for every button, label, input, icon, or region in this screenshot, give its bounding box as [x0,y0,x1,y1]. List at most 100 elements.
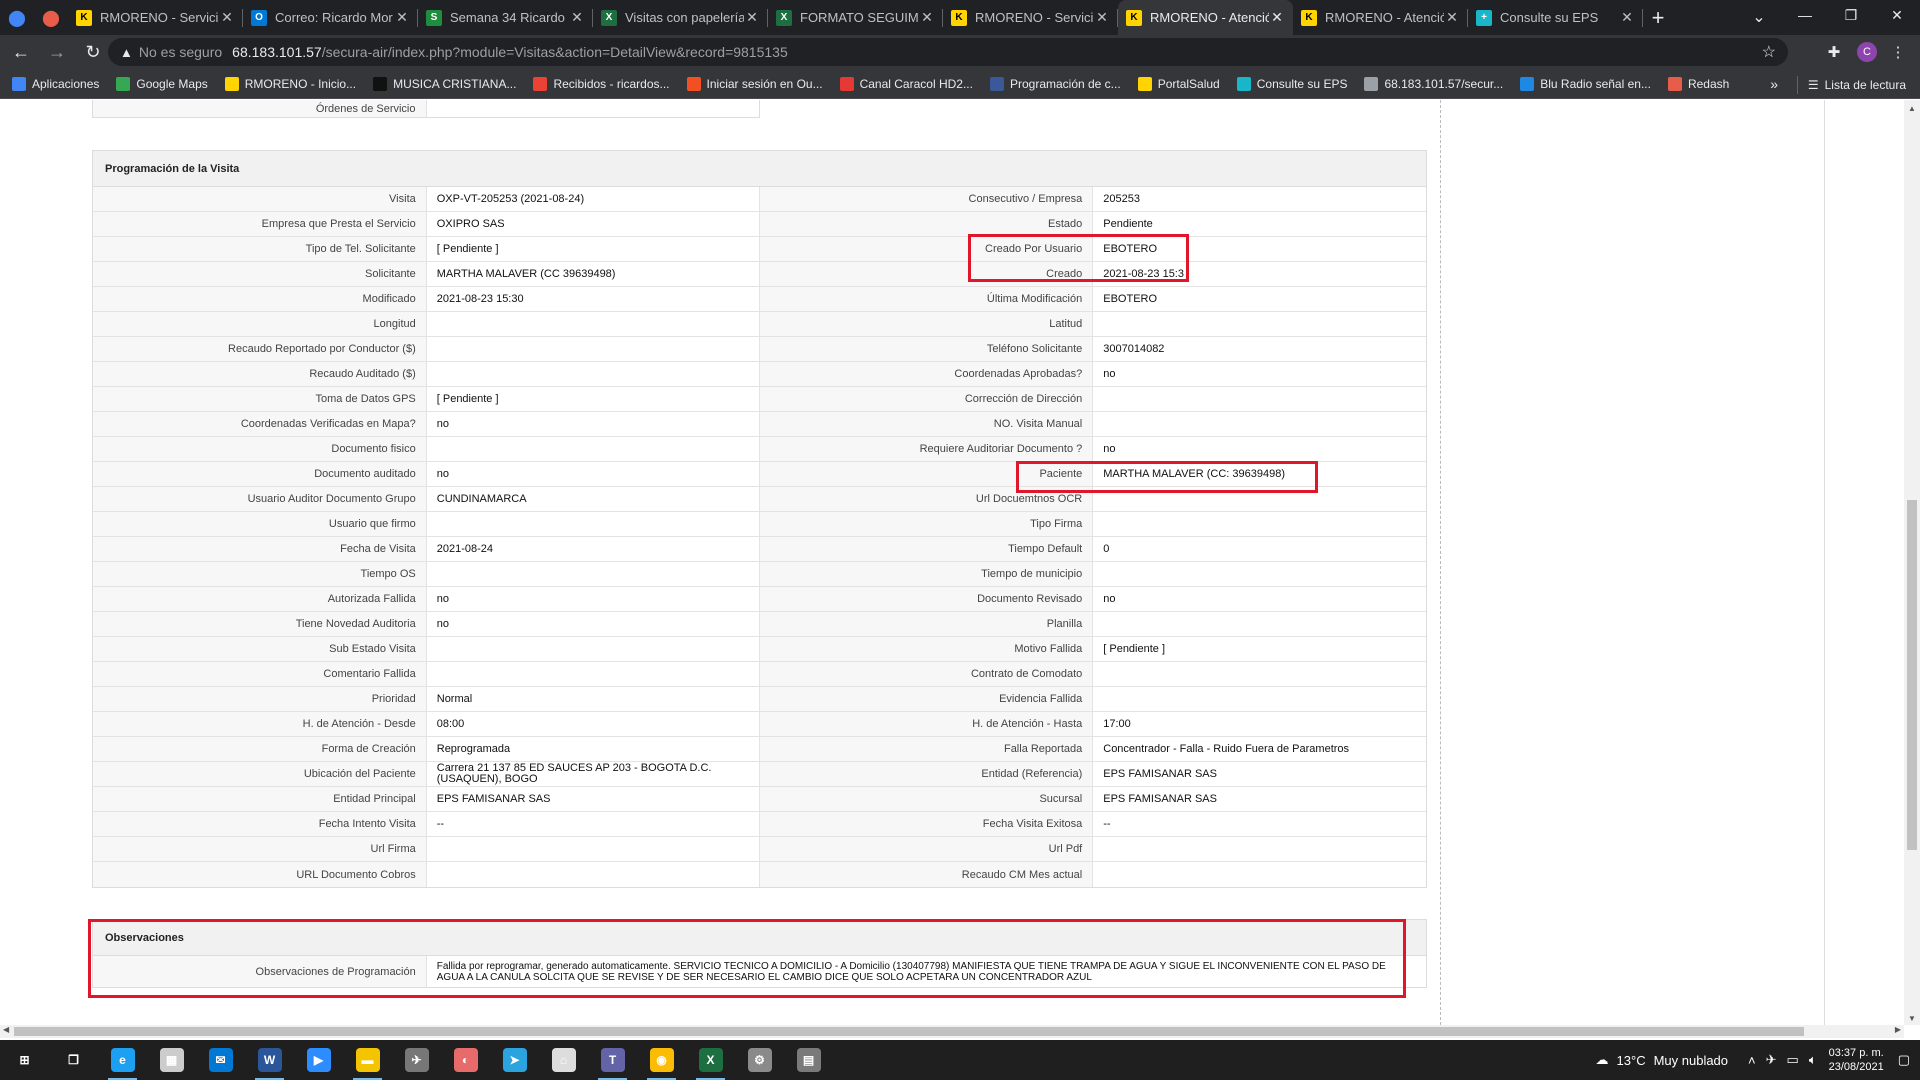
scroll-left-icon[interactable]: ◀ [3,1025,9,1034]
bookmark-item[interactable]: Recibidos - ricardos... [533,76,670,91]
field-label: Paciente [759,462,1094,486]
vertical-scrollbar[interactable]: ▲ ▼ [1904,100,1920,1025]
browser-tab[interactable]: X Visitas con papelería ✕ [593,0,768,35]
bookmarks-bar: Aplicaciones Google Maps RMORENO - Inicio.… [0,69,1920,99]
field-label: Entidad Principal [93,787,427,811]
minimize-button[interactable]: — [1782,0,1828,30]
tab-search-icon[interactable]: ⌄ [1736,2,1782,32]
close-icon[interactable]: ✕ [1444,9,1460,26]
volume-icon[interactable]: 🔈︎ [1809,1052,1817,1068]
field-label: Autorizada Fallida [93,587,427,611]
address-bar[interactable]: ▲ No es seguro 68.183.101.57/secura-air/… [108,38,1788,66]
browser-tab[interactable]: S Semana 34 Ricardo M ✕ [418,0,593,35]
reload-button[interactable]: ↻ [78,37,108,67]
bookmark-item[interactable]: MUSICA CRISTIANA... [373,76,516,91]
close-icon[interactable]: ✕ [1269,9,1285,26]
program-icon [989,76,1004,91]
field-label: Creado [759,262,1094,286]
menu-kebab-icon[interactable]: ⋮ [1888,42,1908,62]
taskbar-app[interactable]: ◉ [637,1040,686,1080]
browser-tab[interactable]: K RMORENO - Atenció ✕ [1293,0,1468,35]
bookmark-item[interactable]: Programación de c... [989,76,1121,91]
bookmark-item[interactable]: PortalSalud [1137,76,1220,91]
display-icon[interactable]: ▭ [1787,1052,1799,1068]
chevron-up-icon[interactable]: ˄ [1748,1053,1756,1068]
field-value [1093,662,1426,686]
bookmark-item[interactable]: RMORENO - Inicio... [224,76,356,91]
bookmark-star-icon[interactable]: ☆ [1762,42,1776,62]
bookmark-item[interactable]: 68.183.101.57/secur... [1364,76,1503,91]
close-icon[interactable]: ✕ [744,9,760,26]
scroll-thumb[interactable] [14,1027,1804,1036]
taskbar-app[interactable]: ▶ [294,1040,343,1080]
taskbar-app[interactable]: ⊞ [0,1040,49,1080]
security-label[interactable]: No es seguro [139,44,222,60]
browser-tab[interactable]: X FORMATO SEGUIMIE ✕ [768,0,943,35]
field-label: Tiene Novedad Auditoria [93,612,427,636]
taskbar-app[interactable]: T [588,1040,637,1080]
bookmark-item[interactable]: Google Maps [116,76,208,91]
taskbar-app[interactable]: W [245,1040,294,1080]
close-icon[interactable]: ✕ [1094,9,1110,26]
field-value: CUNDINAMARCA [427,487,760,511]
field-value: [ Pendiente ] [427,237,760,261]
reading-list-button[interactable]: ☰ Lista de lectura [1796,76,1906,94]
close-icon[interactable]: ✕ [569,9,585,26]
browser-tab[interactable]: K RMORENO - Atenció ✕ [1118,0,1293,35]
scroll-right-icon[interactable]: ▶ [1895,1025,1901,1034]
notifications-icon[interactable]: ▢ [1898,1052,1910,1068]
close-icon[interactable]: ✕ [919,9,935,26]
forward-button[interactable]: → [42,37,72,67]
taskbar-app[interactable]: e [98,1040,147,1080]
bookmark-item[interactable]: Canal Caracol HD2... [839,76,973,91]
browser-tab[interactable]: + Consulte su EPS ✕ [1468,0,1643,35]
pinned-tab[interactable]: ⬤ [34,0,68,35]
file-explorer-icon: ▬ [355,1048,380,1072]
taskbar-app[interactable]: ◐ [441,1040,490,1080]
horizontal-scrollbar[interactable]: ◀ ▶ [0,1025,1904,1038]
new-tab-button[interactable]: + [1643,0,1673,35]
taskbar-app[interactable]: ▦ [147,1040,196,1080]
bookmark-item[interactable]: Redash [1667,76,1729,91]
avatar[interactable]: C [1857,42,1877,62]
browser-tab[interactable]: K RMORENO - Servicio ✕ [68,0,243,35]
taskbar-app[interactable]: ▬ [343,1040,392,1080]
bookmark-item[interactable]: Aplicaciones [12,76,100,91]
browser-tab[interactable]: O Correo: Ricardo Mor ✕ [243,0,418,35]
taskbar-app[interactable]: ⚙ [735,1040,784,1080]
bookmark-item[interactable]: Iniciar sesión en Ou... [686,76,823,91]
close-window-button[interactable]: ✕ [1874,0,1920,30]
weather-icon[interactable]: ☁ [1596,1052,1609,1068]
taskbar-app[interactable]: X [686,1040,735,1080]
bookmark-item[interactable]: Consulte su EPS [1236,76,1347,91]
maps-pin-icon [116,76,131,91]
restore-button[interactable]: ❐ [1828,0,1874,30]
taskbar-app[interactable]: ⌂ [539,1040,588,1080]
taskbar-app[interactable]: ✉ [196,1040,245,1080]
close-icon[interactable]: ✕ [1619,9,1635,26]
network-icon[interactable]: ✈ [1766,1052,1777,1068]
scroll-thumb[interactable] [1907,500,1917,850]
extensions-icon[interactable]: ✚ [1824,42,1844,62]
field-label: Visita [93,187,427,211]
taskbar-app[interactable]: ✈ [392,1040,441,1080]
bookmarks-more-button[interactable]: » [1770,76,1778,92]
weather-desc[interactable]: Muy nublado [1654,1053,1728,1068]
bookmark-label: Aplicaciones [32,76,100,91]
back-button[interactable]: ← [6,37,36,67]
pinned-tab[interactable]: ⬤ [0,0,34,35]
table-row: Coordenadas Verificadas en Mapa? no NO. V… [93,412,1426,437]
close-icon[interactable]: ✕ [394,9,410,26]
scroll-down-icon[interactable]: ▼ [1904,1014,1920,1023]
clock[interactable]: 03:37 p. m. 23/08/2021 [1829,1046,1884,1074]
taskbar-app[interactable]: ➤ [490,1040,539,1080]
browser-tab[interactable]: K RMORENO - Servicio ✕ [943,0,1118,35]
taskbar-app[interactable]: ▤ [784,1040,833,1080]
weather-temp[interactable]: 13°C [1617,1053,1646,1068]
taskbar-app[interactable]: ❐ [49,1040,98,1080]
field-value [427,337,760,361]
scroll-up-icon[interactable]: ▲ [1904,104,1920,113]
table-row: Url Firma Url Pdf [93,837,1426,862]
close-icon[interactable]: ✕ [219,9,235,26]
bookmark-item[interactable]: Blu Radio señal en... [1520,76,1651,91]
